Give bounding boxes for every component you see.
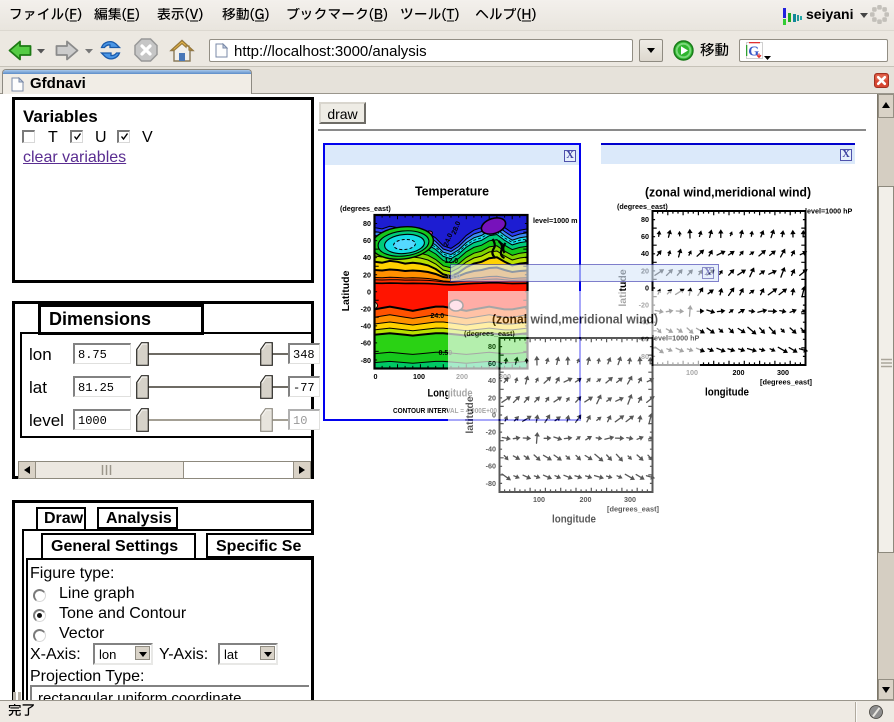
svg-text:24.0: 24.0 — [431, 313, 445, 320]
svg-text:(zonal wind,meridional wind): (zonal wind,meridional wind) — [492, 313, 658, 327]
svg-text:latitude: latitude — [464, 396, 476, 433]
svg-text:(zonal wind,meridional wind): (zonal wind,meridional wind) — [645, 186, 811, 200]
svg-text:200: 200 — [733, 368, 745, 377]
svg-text:(degrees_east): (degrees_east) — [617, 202, 668, 211]
svg-text:-60: -60 — [486, 462, 496, 471]
svg-text:G: G — [748, 45, 759, 60]
svg-text:40: 40 — [641, 249, 649, 258]
svg-text:[degrees_east]: [degrees_east] — [607, 505, 659, 514]
svg-text:300: 300 — [624, 495, 636, 504]
svg-text:0: 0 — [492, 410, 496, 419]
svg-text:20: 20 — [363, 270, 371, 279]
svg-text:longitude: longitude — [705, 387, 749, 399]
svg-text:Latitude: Latitude — [340, 270, 352, 311]
svg-text:Temperature: Temperature — [415, 184, 489, 199]
svg-text:level=1000 hP: level=1000 hP — [805, 207, 853, 216]
svg-text:-20: -20 — [486, 428, 496, 437]
svg-text:-60: -60 — [361, 339, 371, 348]
svg-text:60: 60 — [641, 232, 649, 241]
svg-text:200: 200 — [580, 495, 592, 504]
svg-text:60: 60 — [488, 359, 496, 368]
svg-text:0: 0 — [367, 287, 371, 296]
svg-text:[degrees_east]: [degrees_east] — [760, 378, 812, 387]
svg-text:20: 20 — [488, 393, 496, 402]
svg-text:100: 100 — [413, 372, 425, 381]
svg-text:(degrees_east): (degrees_east) — [340, 204, 391, 213]
svg-text:80: 80 — [363, 219, 371, 228]
svg-text:level=1000 mb: level=1000 mb — [533, 216, 578, 225]
svg-text:0: 0 — [374, 372, 378, 381]
svg-text:80: 80 — [488, 342, 496, 351]
svg-text:40: 40 — [363, 253, 371, 262]
svg-text:300: 300 — [777, 368, 789, 377]
svg-text:-80: -80 — [486, 479, 496, 488]
svg-text:-20: -20 — [361, 305, 371, 314]
svg-text:40: 40 — [488, 376, 496, 385]
svg-text:80: 80 — [641, 215, 649, 224]
svg-text:-80: -80 — [361, 356, 371, 365]
svg-text:-40: -40 — [361, 322, 371, 331]
svg-text:level=1000 hP: level=1000 hP — [652, 334, 700, 343]
svg-text:longitude: longitude — [552, 514, 596, 526]
svg-text:-40: -40 — [486, 445, 496, 454]
svg-text:100: 100 — [533, 495, 545, 504]
svg-text:60: 60 — [363, 236, 371, 245]
svg-text:(degrees_east): (degrees_east) — [464, 329, 515, 338]
